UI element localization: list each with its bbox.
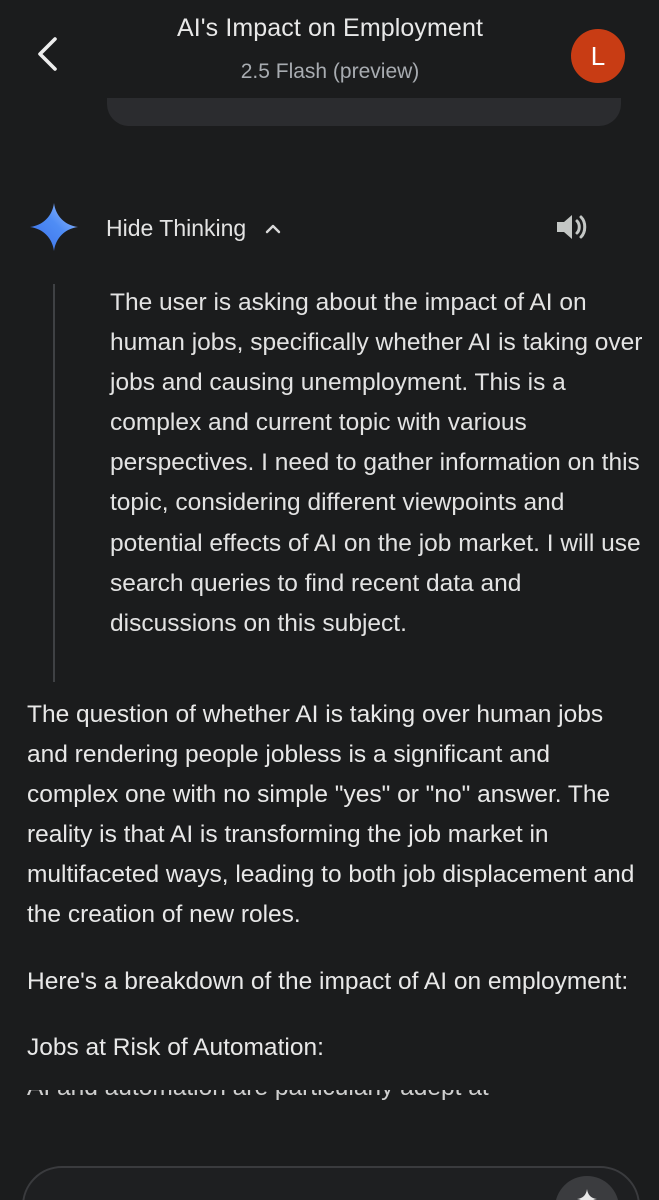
back-button[interactable] (26, 28, 70, 80)
arrow-back-icon (38, 37, 57, 71)
prompt-input-bar[interactable] (22, 1166, 640, 1200)
speaker-icon (557, 215, 587, 239)
title-block: AI's Impact on Employment 2.5 Flash (pre… (110, 12, 550, 86)
response-partial-text: AI and automation are particularly adept… (27, 1090, 489, 1101)
conversation-title: AI's Impact on Employment (176, 14, 483, 42)
thinking-divider (53, 284, 55, 682)
response-paragraph: The question of whether AI is taking ove… (27, 701, 635, 929)
top-app-bar: AI's Impact on Employment 2.5 Flash (pre… (0, 0, 659, 110)
response-paragraph-partial: AI and automation are particularly adept… (27, 1090, 647, 1104)
account-avatar[interactable]: L (571, 29, 625, 83)
read-aloud-button[interactable] (552, 207, 592, 247)
thinking-text: The user is asking about the impact of A… (110, 289, 643, 637)
previous-message-card (107, 98, 621, 126)
model-selector[interactable]: 2.5 Flash (preview) (110, 58, 550, 86)
response-paragraph: Here's a breakdown of the impact of AI o… (27, 967, 629, 995)
chat-screen: AI's Impact on Employment 2.5 Flash (pre… (0, 0, 659, 1200)
response-heading: Jobs at Risk of Automation: (27, 1033, 324, 1061)
chevron-up-icon (266, 224, 281, 234)
hide-thinking-toggle[interactable]: Hide Thinking (106, 210, 282, 246)
gemini-sparkle-icon (30, 203, 78, 251)
hide-thinking-label: Hide Thinking (106, 214, 247, 241)
model-response: The question of whether AI is taking ove… (27, 695, 647, 1104)
sparkle-icon (577, 1189, 597, 1200)
